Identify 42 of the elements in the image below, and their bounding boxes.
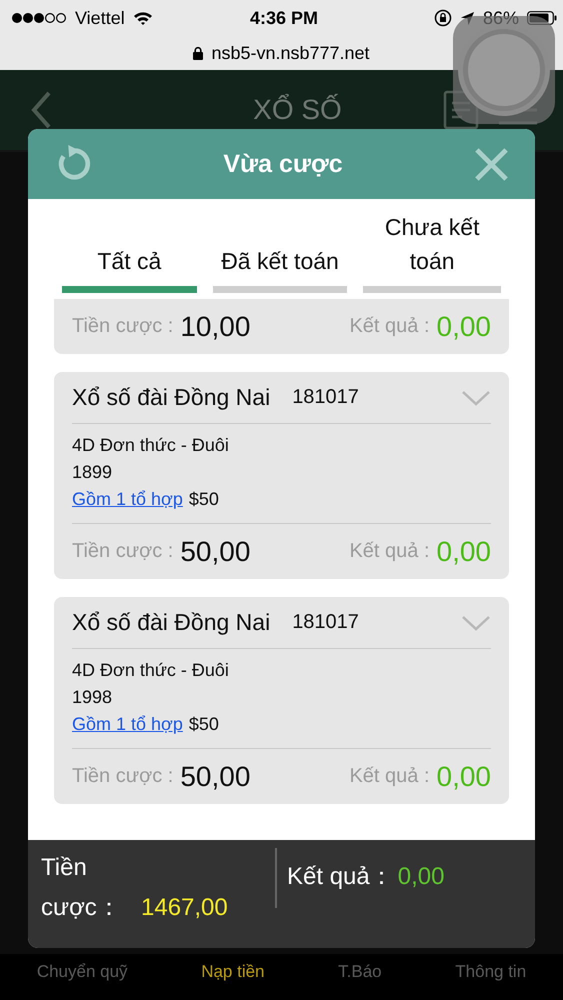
total-result-label: Kết quả： (287, 863, 394, 890)
result-amount: 0,00 (436, 310, 491, 342)
bet-numbers: 1899 (72, 461, 114, 484)
url-text[interactable]: nsb5-vn.nsb777.net (211, 42, 370, 64)
dialog-title: Vừa cược (222, 150, 344, 178)
stake-amount: 50,00 (180, 760, 252, 792)
bet-unit-amount: $50 (188, 714, 219, 734)
stake-label: Tiền cược : (72, 765, 174, 788)
result-label: Kết quả : (349, 315, 430, 338)
padlock-icon (193, 46, 204, 60)
lottery-name: Xổ số đài Đồng Nai (72, 384, 270, 411)
bet-type: 4D Đơn thức - Đuôi (72, 434, 230, 457)
combination-link[interactable]: Gồm 1 tổ hợp (72, 489, 183, 509)
combination-link[interactable]: Gồm 1 tổ hợp (72, 714, 183, 734)
lottery-name: Xổ số đài Đồng Nai (72, 609, 270, 636)
total-result-amount: 0,00 (398, 863, 444, 890)
expand-chevron-icon[interactable] (461, 390, 491, 406)
result-label: Kết quả : (349, 540, 430, 563)
stake-label: Tiền cược : (72, 540, 174, 563)
wifi-icon (132, 11, 153, 25)
stake-amount: 10,00 (180, 310, 252, 342)
stake-label: Tiền cược : (72, 315, 174, 338)
clock-time: 4:36 PM (250, 8, 318, 28)
stake-amount: 50,00 (180, 536, 252, 568)
result-amount: 0,00 (436, 760, 491, 792)
carrier-name: Viettel (75, 8, 125, 28)
result-label: Kết quả : (349, 765, 430, 788)
expand-chevron-icon[interactable] (461, 614, 491, 630)
nav-tab[interactable]: Nạp tiền (201, 962, 265, 982)
rotation-lock-icon (434, 9, 452, 27)
total-stake-amount: 1467,00 (141, 894, 228, 921)
draw-number: 181017 (292, 386, 360, 409)
draw-number: 181017 (292, 611, 360, 634)
signal-icon (11, 12, 67, 24)
page-title: XỔ SỐ (252, 94, 343, 126)
result-amount: 0,00 (436, 536, 491, 568)
close-icon[interactable] (474, 146, 509, 182)
back-chevron-icon[interactable] (30, 90, 52, 130)
bet-numbers: 1998 (72, 686, 114, 709)
bet-unit-amount: $50 (188, 489, 219, 509)
total-stake-label: Tiền cược： (41, 853, 122, 923)
bet-type: 4D Đơn thức - Đuôi (72, 659, 230, 682)
